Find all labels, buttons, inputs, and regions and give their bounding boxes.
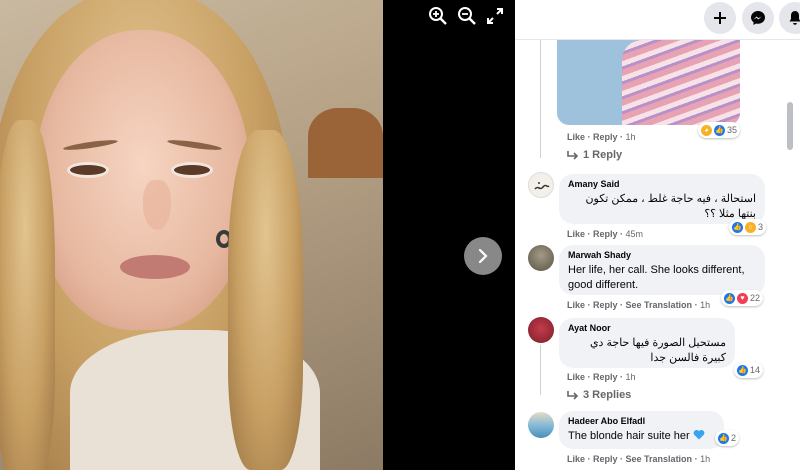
face [35, 30, 250, 330]
comment-bubble: Marwah Shady Her life, her call. She loo… [559, 245, 765, 295]
background-chair [308, 108, 383, 178]
zoom-out-icon[interactable] [455, 4, 479, 28]
left-brow [62, 138, 119, 152]
hair-front-left [0, 120, 55, 470]
comment-actions: Like · Reply · 1h [567, 372, 636, 382]
comment-text: مستحيل الصورة فيها حاجة دي كبيرة فالسن ج… [589, 337, 726, 364]
comment-text: Her life, her call. She looks different,… [568, 264, 745, 291]
view-replies[interactable]: 3 Replies [567, 389, 631, 401]
reply-link[interactable]: Reply [593, 132, 618, 142]
comment-time: 1h [700, 300, 711, 310]
zoom-in-icon[interactable] [426, 4, 450, 28]
like-icon: 👍 [714, 124, 725, 136]
messenger-button[interactable] [742, 2, 774, 34]
avatar[interactable] [528, 172, 554, 198]
comment-text: The blonde hair suite her [568, 429, 715, 444]
notifications-button[interactable] [779, 2, 800, 34]
comment-bubble: Hadeer Abo Elfadl The blonde hair suite … [559, 411, 724, 449]
like-icon: 👍 [732, 221, 743, 233]
reaction-count: 2 [731, 433, 737, 443]
reaction-summary[interactable]: 👍 ♥ 22 [721, 290, 764, 306]
top-bar [515, 0, 800, 40]
comment-image[interactable] [557, 40, 740, 125]
comment-author[interactable]: Amany Said [568, 179, 756, 189]
like-icon: 👍 [718, 432, 729, 444]
comment-author[interactable]: Ayat Noor [568, 323, 726, 333]
reaction-summary[interactable]: 👍 ○ 3 [729, 219, 767, 235]
lips [120, 255, 190, 279]
love-icon: ♥ [737, 292, 748, 304]
comment-time: 1h [625, 372, 636, 382]
nose [143, 180, 171, 230]
like-link[interactable]: Like [567, 454, 585, 464]
reaction-count: 14 [750, 365, 761, 375]
create-button[interactable] [704, 2, 736, 34]
comment-time: 45m [625, 229, 644, 239]
hair-front-right [228, 130, 303, 470]
comment-author[interactable]: Marwah Shady [568, 250, 756, 260]
see-translation-link[interactable]: See Translation [626, 300, 693, 310]
reply-link[interactable]: Reply [593, 454, 618, 464]
wow-icon: ○ [745, 221, 756, 233]
reply-link[interactable]: Reply [593, 372, 618, 382]
comment-text-content: The blonde hair suite her [568, 430, 690, 442]
striped-clothing [622, 40, 740, 125]
photo-viewer [0, 0, 515, 470]
see-translation-link[interactable]: See Translation [626, 454, 693, 464]
like-icon: 👍 [737, 364, 748, 376]
reply-arrow-icon [567, 391, 579, 400]
like-link[interactable]: Like [567, 132, 585, 142]
thread-line [540, 345, 541, 395]
next-photo-button[interactable] [464, 237, 502, 275]
avatar[interactable] [528, 317, 554, 343]
messenger-icon [751, 11, 765, 25]
replies-label: 1 Reply [583, 149, 623, 161]
like-icon: 👍 [724, 292, 735, 304]
thread-line [540, 40, 541, 158]
post-photo [0, 0, 383, 470]
avatar[interactable] [528, 245, 554, 271]
comment-text: استحالة ، فيه حاجة غلط ، ممكن تكون بنتها… [585, 193, 756, 220]
view-replies[interactable]: 1 Reply [567, 149, 622, 161]
right-brow [166, 138, 223, 152]
reaction-count: 22 [750, 293, 761, 303]
haha-icon: ◕ [701, 124, 712, 136]
bell-icon [789, 11, 800, 25]
right-eye [171, 162, 213, 178]
comment-actions: Like · Reply · See Translation · 1h [567, 454, 711, 464]
comment-actions: Like · Reply · 1h [567, 132, 636, 142]
reply-link[interactable]: Reply [593, 229, 618, 239]
comments-panel: Like · Reply · 1h ◕ 👍 35 1 Reply Amany S… [515, 0, 800, 470]
scrollbar[interactable] [787, 102, 793, 150]
reaction-summary[interactable]: 👍 14 [734, 362, 764, 378]
calligraphy-avatar-icon [534, 182, 550, 190]
comment-author[interactable]: Hadeer Abo Elfadl [568, 416, 715, 426]
expand-icon[interactable] [483, 4, 507, 28]
comment-bubble: Ayat Noor مستحيل الصورة فيها حاجة دي كبي… [559, 318, 735, 368]
comment-time: 1h [625, 132, 636, 142]
like-link[interactable]: Like [567, 372, 585, 382]
like-link[interactable]: Like [567, 300, 585, 310]
reply-link[interactable]: Reply [593, 300, 618, 310]
blue-heart-icon [693, 430, 705, 440]
avatar[interactable] [528, 412, 554, 438]
like-link[interactable]: Like [567, 229, 585, 239]
comment-actions: Like · Reply · See Translation · 1h [567, 300, 711, 310]
plus-icon [714, 12, 726, 24]
chevron-right-icon [478, 248, 488, 264]
replies-label: 3 Replies [583, 389, 632, 401]
comment-bubble: Amany Said استحالة ، فيه حاجة غلط ، ممكن… [559, 174, 765, 224]
comment-time: 1h [700, 454, 711, 464]
comment-actions: Like · Reply · 45m [567, 229, 644, 239]
left-eye [67, 162, 109, 178]
reaction-summary[interactable]: 👍 2 [715, 430, 740, 446]
reaction-count: 35 [727, 125, 738, 135]
reply-arrow-icon [567, 151, 579, 160]
reaction-summary[interactable]: ◕ 👍 35 [698, 122, 741, 138]
reaction-count: 3 [758, 222, 764, 232]
